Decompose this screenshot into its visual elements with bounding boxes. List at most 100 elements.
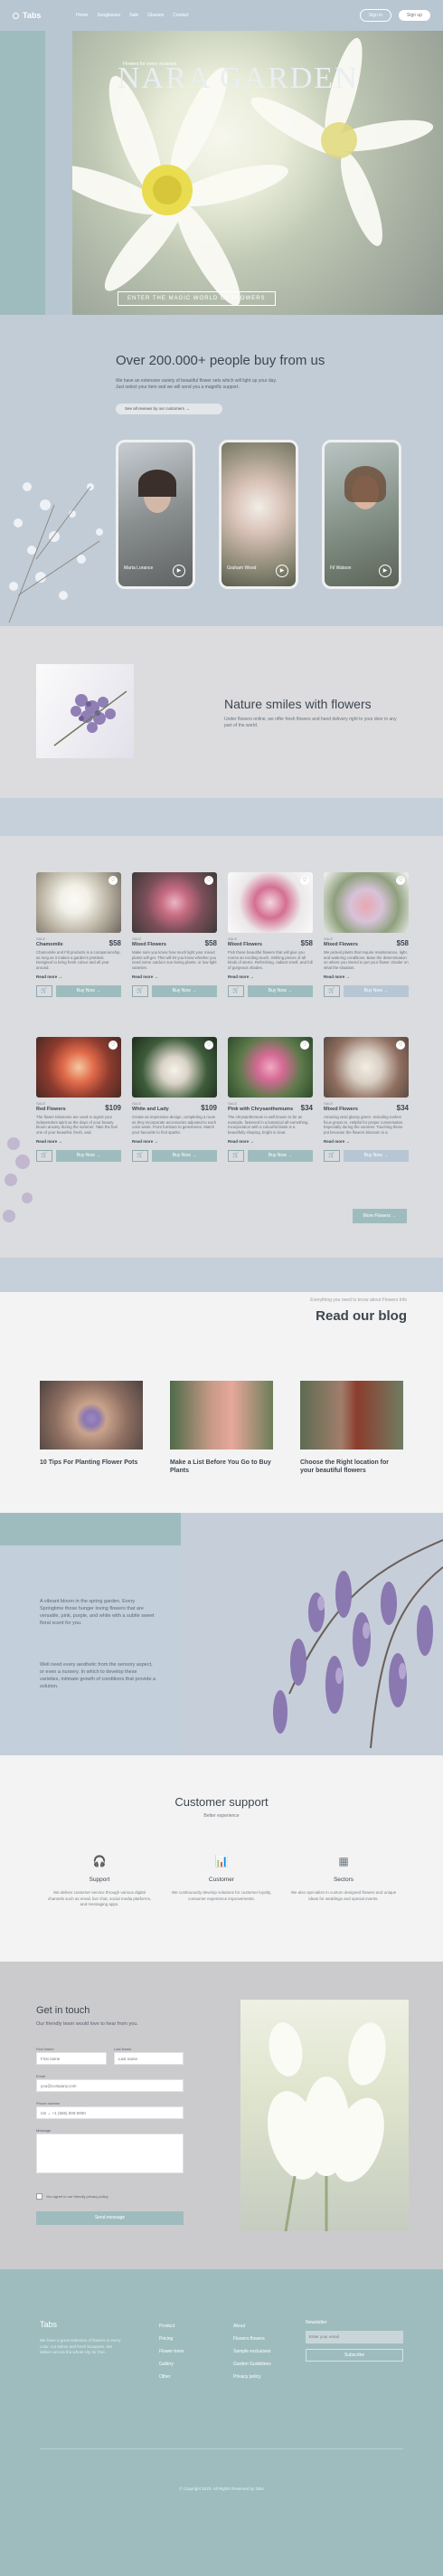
- footer-link[interactable]: Pricing: [159, 2333, 184, 2345]
- buy-now-button[interactable]: Buy Now →: [248, 1150, 313, 1162]
- product-image[interactable]: ♡: [132, 1037, 217, 1098]
- product-name: Pink with Chrysanthemums: [228, 1107, 294, 1112]
- first-name-field[interactable]: First name: [36, 2052, 107, 2065]
- newsletter-email-input[interactable]: Enter your email: [306, 2331, 403, 2343]
- product-image[interactable]: ♡: [36, 872, 121, 933]
- buy-now-button[interactable]: Buy Now →: [152, 985, 217, 997]
- blog-image[interactable]: [40, 1381, 143, 1450]
- country-code-select[interactable]: US: [41, 2111, 46, 2115]
- nav-item-home[interactable]: Home: [76, 13, 88, 18]
- product-image[interactable]: ♡: [132, 872, 217, 933]
- buy-now-button[interactable]: Buy Now →: [56, 1150, 121, 1162]
- heart-icon[interactable]: ♡: [108, 876, 118, 885]
- support-title: Customer support: [174, 1795, 269, 1809]
- heart-icon[interactable]: ♡: [204, 876, 213, 885]
- buy-now-button[interactable]: Buy Now →: [344, 985, 409, 997]
- footer-link[interactable]: Sample exclusives: [233, 2345, 271, 2358]
- heart-icon[interactable]: ♡: [396, 1041, 405, 1050]
- nav-item-contact[interactable]: Contact: [173, 13, 188, 18]
- message-textarea[interactable]: [36, 2134, 184, 2173]
- product-image[interactable]: ♡: [228, 1037, 313, 1098]
- product-card[interactable]: ♡ SALE Mixed Flowers $34 Amazing vivid gloss…: [324, 1037, 409, 1182]
- footer-link[interactable]: Product: [159, 2320, 184, 2333]
- cart-icon[interactable]: 🛒: [228, 985, 244, 997]
- read-more-link[interactable]: Read more →: [228, 1139, 254, 1144]
- signup-button[interactable]: Sign up: [399, 10, 430, 21]
- reviews-link[interactable]: See all reviews by our customers →: [116, 404, 222, 414]
- blog-post[interactable]: Choose the Right location for your beaut…: [300, 1381, 403, 1475]
- last-name-field[interactable]: Last name: [114, 2052, 184, 2065]
- cart-icon[interactable]: 🛒: [132, 1150, 148, 1162]
- product-description: Make sure you know how much light your m…: [132, 950, 217, 970]
- footer-link[interactable]: Flower trees: [159, 2345, 184, 2358]
- logo[interactable]: Tabs: [13, 11, 76, 20]
- blog-post-title[interactable]: 10 Tips For Planting Flower Pots: [40, 1459, 143, 1467]
- product-card[interactable]: ♡ SALE Chamomile $58 Chamomile and Fill prod…: [36, 872, 121, 1017]
- headset-icon: 🎧: [92, 1855, 107, 1868]
- hero-cta-button[interactable]: ENTER THE MAGIC WORLD OF FLOWERS: [118, 291, 276, 306]
- heart-icon[interactable]: ♡: [300, 876, 309, 885]
- blog-post-title[interactable]: Make a List Before You Go to Buy Plants: [170, 1459, 273, 1475]
- buy-now-button[interactable]: Buy Now →: [152, 1150, 217, 1162]
- cart-icon[interactable]: 🛒: [132, 985, 148, 997]
- footer-link[interactable]: Garden Guidelines: [233, 2358, 271, 2371]
- product-card[interactable]: ♡ SALE Mixed Flowers $58 Make sure you know …: [132, 872, 217, 1017]
- product-image[interactable]: ♡: [324, 872, 409, 933]
- read-more-link[interactable]: Read more →: [324, 974, 350, 979]
- play-icon[interactable]: ▶: [276, 565, 288, 577]
- heart-icon[interactable]: ♡: [396, 876, 405, 885]
- cart-icon[interactable]: 🛒: [324, 1150, 340, 1162]
- read-more-link[interactable]: Read more →: [132, 1139, 158, 1144]
- story-card[interactable]: Fil Watson ▶: [322, 440, 401, 589]
- products-section: ♡ SALE Chamomile $58 Chamomile and Fill prod…: [0, 836, 443, 1258]
- phone-field[interactable]: US ⌄ +1 (555) 000-0000: [36, 2106, 184, 2119]
- blog-post-title[interactable]: Choose the Right location for your beaut…: [300, 1459, 403, 1475]
- buy-now-button[interactable]: Buy Now →: [344, 1150, 409, 1162]
- footer-link[interactable]: Other: [159, 2371, 184, 2383]
- product-card[interactable]: ♡ SALE Mixed Flowers $58 Pick these beautifu…: [228, 872, 313, 1017]
- story-card[interactable]: Graham Wood ▶: [219, 440, 298, 589]
- blog-image[interactable]: [170, 1381, 273, 1450]
- read-more-link[interactable]: Read more →: [324, 1139, 350, 1144]
- product-image[interactable]: ♡: [324, 1037, 409, 1098]
- privacy-checkbox[interactable]: [36, 2193, 42, 2200]
- blog-post[interactable]: 10 Tips For Planting Flower Pots: [40, 1381, 143, 1467]
- footer-link[interactable]: Flowers flowers: [233, 2333, 271, 2345]
- more-flowers-button[interactable]: More Flowers →: [353, 1209, 407, 1223]
- signin-button[interactable]: Sign in: [359, 9, 392, 22]
- footer-link[interactable]: Privacy policy: [233, 2371, 271, 2383]
- play-icon[interactable]: ▶: [173, 565, 185, 577]
- buy-now-button[interactable]: Buy Now →: [56, 985, 121, 997]
- story-card[interactable]: Marta Lorance ▶: [116, 440, 195, 589]
- cart-icon[interactable]: 🛒: [36, 985, 52, 997]
- send-message-button[interactable]: Send message: [36, 2211, 184, 2225]
- buy-now-button[interactable]: Buy Now →: [248, 985, 313, 997]
- blog-post[interactable]: Make a List Before You Go to Buy Plants: [170, 1381, 273, 1475]
- heart-icon[interactable]: ♡: [300, 1041, 309, 1050]
- read-more-link[interactable]: Read more →: [132, 974, 158, 979]
- heart-icon[interactable]: ♡: [108, 1041, 118, 1050]
- product-card[interactable]: ♡ SALE Pink with Chrysanthemums $34 The chry…: [228, 1037, 313, 1182]
- product-card[interactable]: ♡ SALE White and Lady $109 Create an impress…: [132, 1037, 217, 1182]
- play-icon[interactable]: ▶: [379, 565, 391, 577]
- cart-icon[interactable]: 🛒: [228, 1150, 244, 1162]
- blog-image[interactable]: [300, 1381, 403, 1450]
- footer-logo[interactable]: Tabs: [40, 2320, 57, 2329]
- subscribe-button[interactable]: Subscribe: [306, 2349, 403, 2362]
- product-card[interactable]: ♡ SALE Red Flowers $109 The flower blossoms …: [36, 1037, 121, 1182]
- nav-item-sunglasses[interactable]: Sunglasses: [97, 13, 120, 18]
- product-image[interactable]: ♡: [36, 1037, 121, 1098]
- email-field[interactable]: you@company.com: [36, 2079, 184, 2092]
- read-more-link[interactable]: Read more →: [228, 974, 254, 979]
- footer-link[interactable]: Gallery: [159, 2358, 184, 2371]
- nav-item-sale[interactable]: Sale: [129, 13, 138, 18]
- product-image[interactable]: ♡: [228, 872, 313, 933]
- read-more-link[interactable]: Read more →: [36, 974, 62, 979]
- footer-link[interactable]: About: [233, 2320, 271, 2333]
- cart-icon[interactable]: 🛒: [36, 1150, 52, 1162]
- nav-item-glasses[interactable]: Glasses: [147, 13, 164, 18]
- cart-icon[interactable]: 🛒: [324, 985, 340, 997]
- heart-icon[interactable]: ♡: [204, 1041, 213, 1050]
- read-more-link[interactable]: Read more →: [36, 1139, 62, 1144]
- product-card[interactable]: ♡ SALE Mixed Flowers $58 We picked plants th…: [324, 872, 409, 1017]
